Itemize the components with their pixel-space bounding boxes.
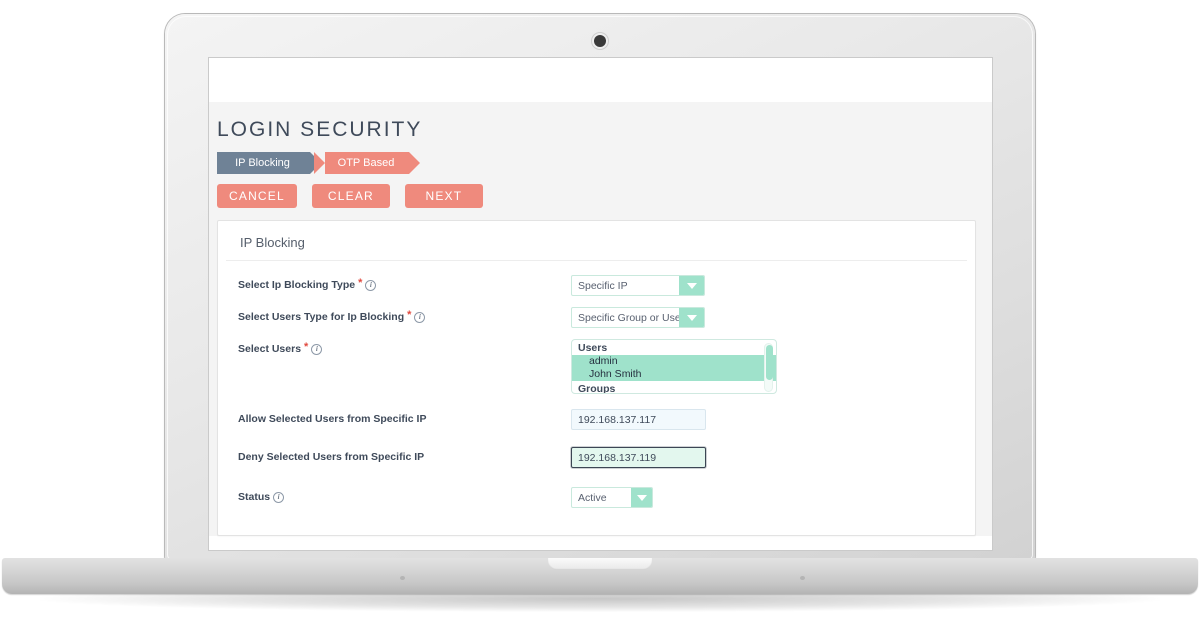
label-status-text: Status — [238, 491, 271, 504]
ip-blocking-card: IP Blocking Select Ip Blocking Type * i S… — [217, 220, 976, 536]
status-value: Active — [578, 491, 607, 504]
listbox-scrollbar-thumb[interactable] — [766, 345, 773, 380]
chevron-down-icon[interactable] — [679, 308, 704, 327]
field-row-deny-ip: Deny Selected Users from Specific IP — [226, 447, 967, 477]
field-row-users-type: Select Users Type for Ip Blocking * i Spe… — [226, 307, 967, 337]
users-type-select[interactable]: Specific Group or Users — [571, 307, 705, 328]
users-type-value: Specific Group or Users — [578, 311, 679, 324]
chevron-right-icon — [409, 152, 420, 174]
control-deny-ip — [571, 447, 967, 468]
field-row-status: Status i Active — [226, 487, 967, 517]
laptop-foot-left — [400, 576, 405, 580]
step-breadcrumb: IP Blocking OTP Based — [209, 152, 992, 174]
control-blocking-type: Specific IP — [571, 275, 967, 296]
laptop-foot-right — [800, 576, 805, 580]
label-allow-ip: Allow Selected Users from Specific IP — [226, 409, 571, 425]
blocking-type-value: Specific IP — [578, 279, 628, 292]
field-row-blocking-type: Select Ip Blocking Type * i Specific IP — [226, 275, 967, 305]
select-users-listbox[interactable]: Users admin John Smith Groups — [571, 339, 777, 394]
label-blocking-type: Select Ip Blocking Type * i — [226, 275, 571, 291]
deny-ip-input[interactable] — [571, 447, 706, 468]
action-buttons: CANCEL CLEAR NEXT — [209, 174, 992, 208]
label-status: Status i — [226, 487, 571, 503]
required-marker: * — [407, 309, 412, 321]
laptop-base-notch — [548, 558, 652, 570]
blocking-type-select[interactable]: Specific IP — [571, 275, 705, 296]
field-row-select-users: Select Users * i Users admin John Smith G… — [226, 339, 967, 403]
required-marker: * — [304, 341, 309, 353]
listbox-option-john-smith[interactable]: John Smith — [572, 368, 776, 381]
listbox-group-users: Users — [578, 342, 608, 354]
label-allow-ip-text: Allow Selected Users from Specific IP — [238, 413, 427, 425]
cancel-button[interactable]: CANCEL — [217, 184, 297, 208]
step-ip-blocking-label: IP Blocking — [235, 157, 290, 169]
label-blocking-type-text: Select Ip Blocking Type — [238, 279, 356, 292]
next-button[interactable]: NEXT — [404, 184, 483, 208]
listbox-option-admin[interactable]: admin — [572, 355, 776, 368]
step-otp-based-label: OTP Based — [337, 157, 395, 169]
webcam-icon — [594, 35, 606, 47]
page-body: LOGIN SECURITY IP Blocking OTP Based CAN… — [209, 102, 992, 536]
chevron-down-icon[interactable] — [679, 276, 704, 295]
label-select-users-text: Select Users — [238, 343, 302, 356]
listbox-scrollbar[interactable] — [764, 343, 773, 392]
info-icon[interactable]: i — [365, 280, 377, 291]
card-body: Select Ip Blocking Type* i Specific IP — [218, 261, 975, 535]
step-ip-blocking[interactable]: IP Blocking — [217, 152, 321, 174]
laptop-mockup: LOGIN SECURITY IP Blocking OTP Based CAN… — [0, 0, 1200, 630]
label-deny-ip-text: Deny Selected Users from Specific IP — [238, 451, 425, 463]
allow-ip-input[interactable] — [571, 409, 706, 430]
label-users-type: Select Users Type for Ip Blocking * i — [226, 307, 571, 323]
page-title: LOGIN SECURITY — [217, 118, 423, 141]
required-marker: * — [358, 277, 363, 289]
label-users-type-text: Select Users Type for Ip Blocking — [238, 311, 405, 324]
field-row-allow-ip: Allow Selected Users from Specific IP — [226, 409, 967, 439]
app-viewport: LOGIN SECURITY IP Blocking OTP Based CAN… — [209, 58, 992, 550]
laptop-screen: LOGIN SECURITY IP Blocking OTP Based CAN… — [209, 58, 992, 550]
label-deny-ip: Deny Selected Users from Specific IP — [226, 447, 571, 463]
control-status: Active — [571, 487, 967, 508]
info-icon[interactable]: i — [273, 492, 285, 503]
listbox-group-groups: Groups — [578, 383, 616, 394]
status-select[interactable]: Active — [571, 487, 653, 508]
label-select-users: Select Users * i — [226, 339, 571, 355]
control-users-type: Specific Group or Users — [571, 307, 967, 328]
step-otp-based[interactable]: OTP Based — [314, 152, 420, 174]
clear-button[interactable]: CLEAR — [311, 184, 390, 208]
info-icon[interactable]: i — [414, 312, 426, 323]
card-heading: IP Blocking — [226, 221, 967, 261]
control-select-users: Users admin John Smith Groups — [571, 339, 967, 394]
chevron-down-icon[interactable] — [631, 488, 652, 507]
control-allow-ip — [571, 409, 967, 430]
app-topbar — [209, 58, 992, 102]
info-icon[interactable]: i — [311, 344, 323, 355]
